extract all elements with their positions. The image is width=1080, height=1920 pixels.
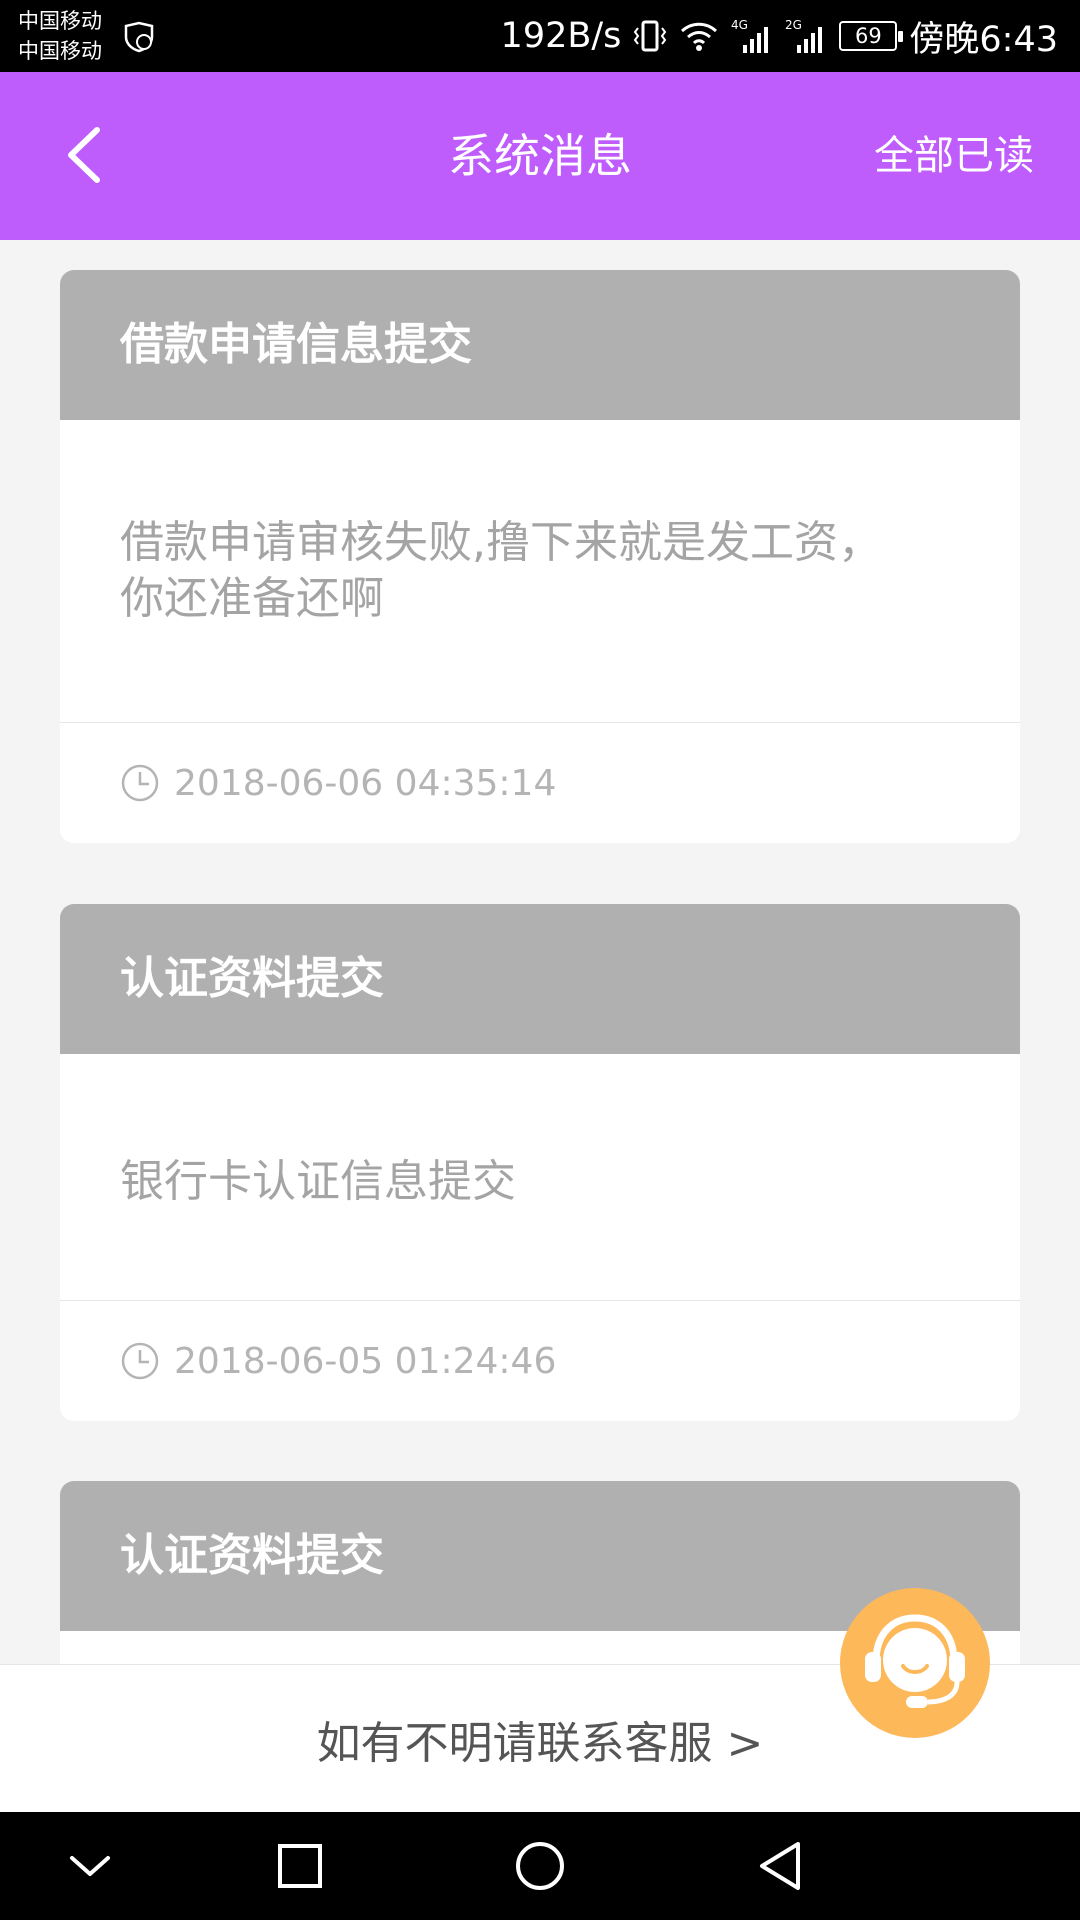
carrier-1: 中国移动 <box>18 9 102 33</box>
message-body-line: 借款申请审核失败,撸下来就是发工资， <box>120 517 882 568</box>
status-right: 192B/s 4G 2G 69 傍晚6:43 <box>501 0 1058 72</box>
vibrate-icon <box>634 20 667 52</box>
back-triangle-icon[interactable] <box>748 1834 812 1898</box>
signal-4g-icon: 4G <box>731 18 769 53</box>
contact-text: 如有不明请联系客服 > <box>316 1717 764 1769</box>
battery-level: 69 <box>855 24 882 48</box>
net1-label: 4G <box>731 18 748 32</box>
status-bar: 中国移动 中国移动 192B/s 4G 2G 69 傍晚6:43 <box>0 0 1080 72</box>
home-icon[interactable] <box>508 1834 572 1898</box>
recent-apps-icon[interactable] <box>268 1834 332 1898</box>
net2-label: 2G <box>785 18 802 32</box>
navigation-bar <box>0 1812 1080 1920</box>
message-footer: 2018-06-05 01:24:46 <box>60 1301 1020 1421</box>
message-body: 借款申请审核失败,撸下来就是发工资， 你还准备还啊 <box>60 420 1020 723</box>
message-time: 2018-06-06 04:35:14 <box>174 762 557 804</box>
clock-icon <box>121 764 159 802</box>
message-body-line: 银行卡认证信息提交 <box>120 1156 516 1207</box>
signal-2g-icon: 2G <box>785 18 823 53</box>
collapse-chevron-icon[interactable] <box>58 1834 122 1898</box>
wifi-icon <box>681 22 718 51</box>
message-time: 2018-06-05 01:24:46 <box>174 1340 557 1382</box>
mark-all-read-button[interactable]: 全部已读 <box>874 72 1034 240</box>
battery-icon: 69 <box>839 21 904 51</box>
message-card[interactable]: 认证资料提交 银行卡认证信息提交 2018-06-05 01:24:46 <box>60 904 1020 1421</box>
clock: 傍晚6:43 <box>909 19 1058 60</box>
carrier-info: 中国移动 中国移动 <box>18 6 102 66</box>
network-speed: 192B/s <box>500 16 622 56</box>
customer-service-button[interactable] <box>840 1588 990 1738</box>
message-body-line: 你还准备还啊 <box>120 573 384 624</box>
clock-icon <box>121 1342 159 1380</box>
message-footer: 2018-06-06 04:35:14 <box>60 723 1020 843</box>
message-body: 银行卡认证信息提交 <box>60 1054 1020 1301</box>
message-list: 借款申请信息提交 借款申请审核失败,撸下来就是发工资， 你还准备还啊 2018-… <box>0 240 1080 1664</box>
carrier-2: 中国移动 <box>18 39 102 63</box>
message-card[interactable]: 借款申请信息提交 借款申请审核失败,撸下来就是发工资， 你还准备还啊 2018-… <box>60 270 1020 843</box>
app-header: 系统消息 全部已读 <box>0 72 1080 240</box>
message-title: 认证资料提交 <box>60 904 1020 1054</box>
shield-icon <box>124 21 154 53</box>
message-title: 借款申请信息提交 <box>60 270 1020 420</box>
headset-icon <box>865 1614 965 1708</box>
